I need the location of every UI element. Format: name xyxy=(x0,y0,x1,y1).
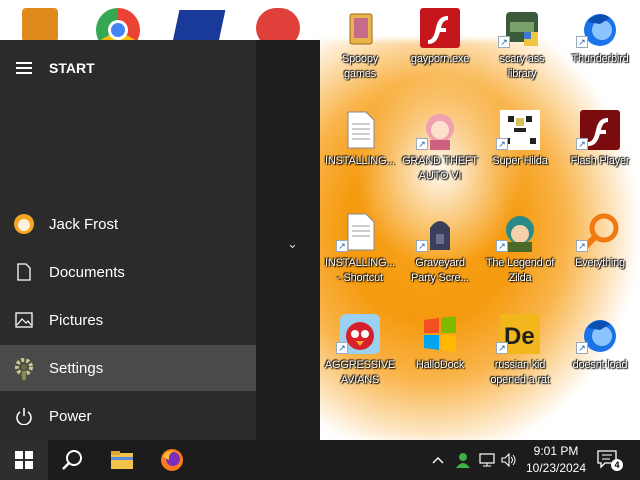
clock-time: 9:01 PM xyxy=(533,444,579,458)
volume-icon[interactable] xyxy=(501,452,517,468)
flash-icon xyxy=(420,8,460,48)
desktop-icon-label: Super Hilda xyxy=(492,155,548,167)
folder-icon xyxy=(111,451,133,469)
desktop-icon-super-hilda[interactable]: ↗ Super Hilda xyxy=(479,106,561,202)
pinned-app-icon xyxy=(22,8,58,42)
desktop-icon-label: INSTALLING... - Shortcut xyxy=(325,257,395,284)
document-icon xyxy=(340,110,380,150)
desktop-icon-label: AGGRESSIVE AVIANS xyxy=(324,359,396,386)
documents-label: Documents xyxy=(49,263,125,281)
shortcut-arrow-icon: ↗ xyxy=(496,240,508,252)
user-avatar-icon xyxy=(0,201,48,247)
desktop-icon-label: russian kid opened a rat xyxy=(490,359,550,386)
desktop-icon-aggressive-avians[interactable]: ↗ AGGRESSIVE AVIANS xyxy=(319,310,401,406)
shortcut-arrow-icon: ↗ xyxy=(576,240,588,252)
search-icon xyxy=(62,450,82,470)
user-name: Jack Frost xyxy=(49,215,119,233)
desktop-icon-label: Everything xyxy=(575,257,625,269)
settings-button[interactable]: Settings xyxy=(0,345,256,391)
desktop-icon-flash-player[interactable]: ↗ Flash Player xyxy=(559,106,640,202)
desktop-icon-installing-shortcut[interactable]: ↗ INSTALLING... - Shortcut xyxy=(319,208,401,304)
desktop-icon-doesnt-load[interactable]: ↗ doesnt load xyxy=(559,310,640,406)
start-menu-title: START xyxy=(49,60,95,76)
shortcut-arrow-icon: ↗ xyxy=(496,138,508,150)
picture-icon xyxy=(0,297,48,343)
desktop-icon-label: GRAND THEFT AUTO VI xyxy=(402,155,478,182)
desktop-icon-label: Flash Player xyxy=(570,155,630,167)
shortcut-arrow-icon: ↗ xyxy=(336,240,348,252)
desktop-icon-gayporn-exe[interactable]: gayporn.exe xyxy=(399,4,481,100)
desktop-icon-label: Graveyard Party Scre... xyxy=(411,257,469,284)
shortcut-arrow-icon: ↗ xyxy=(416,138,428,150)
search-button[interactable] xyxy=(48,440,96,480)
power-button[interactable]: Power xyxy=(0,393,256,439)
shortcut-arrow-icon: ↗ xyxy=(576,138,588,150)
desktop-icon-spoopy-games[interactable]: Spoopy games xyxy=(319,4,401,100)
desktop-icon-label: Spoopy games xyxy=(341,53,379,80)
start-menu-left-pane: START Jack Frost Documents Pictures Sett… xyxy=(0,40,256,440)
desktop-icon-grand-theft-auto-vi[interactable]: ↗ GRAND THEFT AUTO VI xyxy=(399,106,481,202)
desktop-icon-label: scary ass library xyxy=(499,53,545,80)
file-explorer-button[interactable] xyxy=(98,440,146,480)
desktop-icon-label: gayporn.exe xyxy=(410,53,470,65)
hamburger-menu-icon[interactable] xyxy=(16,62,34,76)
document-icon xyxy=(0,249,48,295)
firefox-icon xyxy=(161,449,183,471)
clock[interactable]: 9:01 PM 10/23/2024 xyxy=(516,443,596,477)
desktop-icon-installing[interactable]: INSTALLING... xyxy=(319,106,401,202)
windows-start-icon xyxy=(15,451,33,469)
desktop-icon-label: HalloDock xyxy=(415,359,465,371)
shortcut-arrow-icon: ↗ xyxy=(576,342,588,354)
user-tray-icon[interactable] xyxy=(455,452,471,468)
desktop-icon-everything[interactable]: ↗ Everything xyxy=(559,208,640,304)
windows-logo-icon xyxy=(420,314,460,354)
show-hidden-icons-chevron-icon[interactable] xyxy=(430,452,446,468)
chevron-down-icon[interactable]: ⌄ xyxy=(287,236,298,252)
firefox-button[interactable] xyxy=(148,440,196,480)
pictures-button[interactable]: Pictures xyxy=(0,297,256,343)
notification-count-badge: 4 xyxy=(611,459,623,471)
desktop-icon-legend-of-zilda[interactable]: ↗ The Legend of Zilda xyxy=(479,208,561,304)
desktop-icon-graveyard-party-screensaver[interactable]: ↗ Graveyard Party Scre... xyxy=(399,208,481,304)
shortcut-arrow-icon: ↗ xyxy=(496,342,508,354)
desktop-icon-label: INSTALLING... xyxy=(325,155,395,167)
shortcut-arrow-icon: ↗ xyxy=(498,36,510,48)
folder-icon xyxy=(340,8,380,48)
app-logo-icon xyxy=(172,10,226,42)
shortcut-arrow-icon: ↗ xyxy=(416,240,428,252)
documents-button[interactable]: Documents xyxy=(0,249,256,295)
taskbar: 9:01 PM 10/23/2024 4 xyxy=(0,440,640,480)
desktop-icon-scary-ass-library[interactable]: ↗ scary ass library xyxy=(481,4,563,100)
desktop-icon-hallodock[interactable]: HalloDock xyxy=(399,310,481,406)
desktop-icon-label: doesnt load xyxy=(572,359,628,371)
user-account-button[interactable]: Jack Frost xyxy=(0,201,256,247)
pictures-label: Pictures xyxy=(49,311,104,329)
shortcut-arrow-icon: ↗ xyxy=(576,36,588,48)
network-icon[interactable] xyxy=(479,452,495,468)
desktop-icon-label: Thunderbird xyxy=(571,53,629,65)
desktop-icon-label: The Legend of Zilda xyxy=(485,257,555,284)
desktop-icon-thunderbird[interactable]: ↗ Thunderbird xyxy=(559,4,640,100)
start-menu: START Jack Frost Documents Pictures Sett… xyxy=(0,40,320,440)
desktop-icon-russian-kid[interactable]: De ↗ russian kid opened a rat xyxy=(479,310,561,406)
clock-date: 10/23/2024 xyxy=(525,461,587,475)
svg-text:De: De xyxy=(504,323,535,350)
start-button[interactable] xyxy=(0,440,48,480)
power-icon xyxy=(0,393,48,439)
settings-label: Settings xyxy=(49,359,104,377)
power-label: Power xyxy=(49,407,92,425)
gear-icon xyxy=(0,345,48,391)
shortcut-arrow-icon: ↗ xyxy=(336,342,348,354)
